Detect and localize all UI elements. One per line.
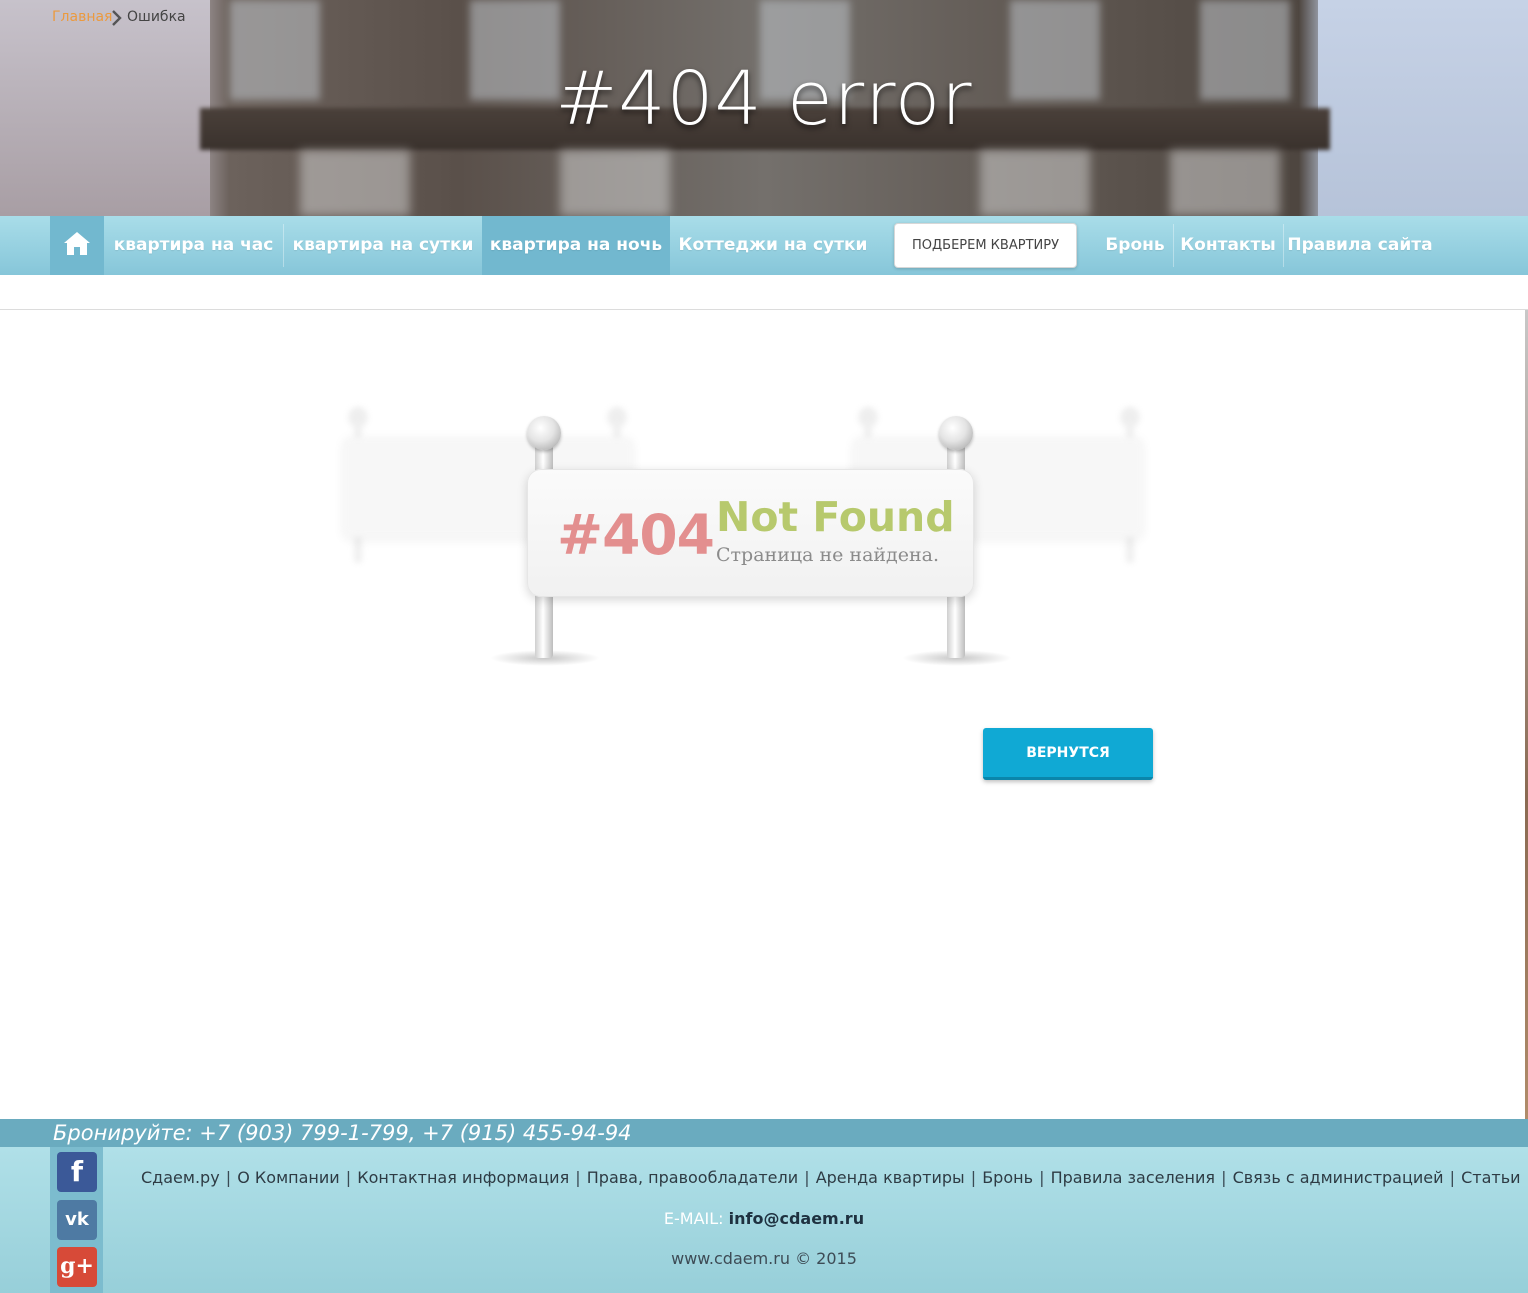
hero-window bbox=[300, 150, 410, 216]
footer-link[interactable]: О Компании bbox=[237, 1168, 339, 1187]
hero-banner: #404 error bbox=[0, 0, 1528, 216]
hero-window bbox=[1170, 150, 1280, 216]
breadcrumb bbox=[0, 275, 1528, 310]
sign-knob-right bbox=[939, 416, 973, 450]
sign-knob-left bbox=[527, 416, 561, 450]
nav-item-cottages[interactable]: Коттеджи на сутки bbox=[671, 216, 875, 275]
footer-link[interactable]: Права, правообладатели bbox=[587, 1168, 798, 1187]
go-back-button[interactable]: ВЕРНУТСЯ bbox=[983, 728, 1153, 780]
footer-link[interactable]: Связь с администрацией bbox=[1233, 1168, 1444, 1187]
hero-title: #404 error bbox=[555, 56, 973, 142]
footer-email-link[interactable]: info@cdaem.ru bbox=[729, 1209, 864, 1228]
footer-link[interactable]: Контактная информация bbox=[357, 1168, 569, 1187]
error-code: #404 bbox=[557, 503, 715, 567]
nav-item-booking[interactable]: Бронь bbox=[1098, 216, 1172, 275]
footer-link[interactable]: Бронь bbox=[982, 1168, 1033, 1187]
breadcrumb-home-link[interactable]: Главная bbox=[52, 9, 112, 25]
nav-item-contacts[interactable]: Контакты bbox=[1174, 216, 1282, 275]
nav-home-button[interactable] bbox=[50, 216, 104, 275]
pick-apartment-button[interactable]: ПОДБЕРЕМ КВАРТИРУ bbox=[894, 223, 1077, 268]
footer-link[interactable]: Статьи bbox=[1461, 1168, 1520, 1187]
nav-item-nightly[interactable]: квартира на ночь bbox=[482, 216, 670, 275]
footer-email: E-MAIL: info@cdaem.ru bbox=[0, 1209, 1528, 1228]
footer-link[interactable]: Правила заселения bbox=[1051, 1168, 1215, 1187]
footer-phone-line: Бронируйте: +7 (903) 799-1-799, +7 (915)… bbox=[53, 1121, 632, 1145]
home-icon bbox=[63, 230, 91, 261]
nav-item-rules[interactable]: Правила сайта bbox=[1284, 216, 1436, 275]
facebook-icon[interactable]: f bbox=[57, 1152, 97, 1192]
footer-email-label: E-MAIL: bbox=[663, 1209, 724, 1228]
error-subtitle: Страница не найдена. bbox=[716, 544, 940, 566]
breadcrumb-current: Ошибка bbox=[127, 9, 186, 25]
hero-window bbox=[980, 150, 1090, 216]
hero-window bbox=[560, 150, 670, 216]
nav-item-hourly[interactable]: квартира на час bbox=[104, 216, 283, 275]
main-nav: квартира на час квартира на сутки кварти… bbox=[0, 216, 1528, 275]
footer-link[interactable]: Аренда квартиры bbox=[816, 1168, 965, 1187]
footer-copyright: www.cdaem.ru © 2015 bbox=[671, 1249, 857, 1268]
error-title: Not Found bbox=[716, 493, 955, 541]
nav-item-daily[interactable]: квартира на сутки bbox=[284, 216, 482, 275]
chevron-right-icon bbox=[111, 9, 123, 32]
footer-link[interactable]: Сдаем.ру bbox=[141, 1168, 220, 1187]
